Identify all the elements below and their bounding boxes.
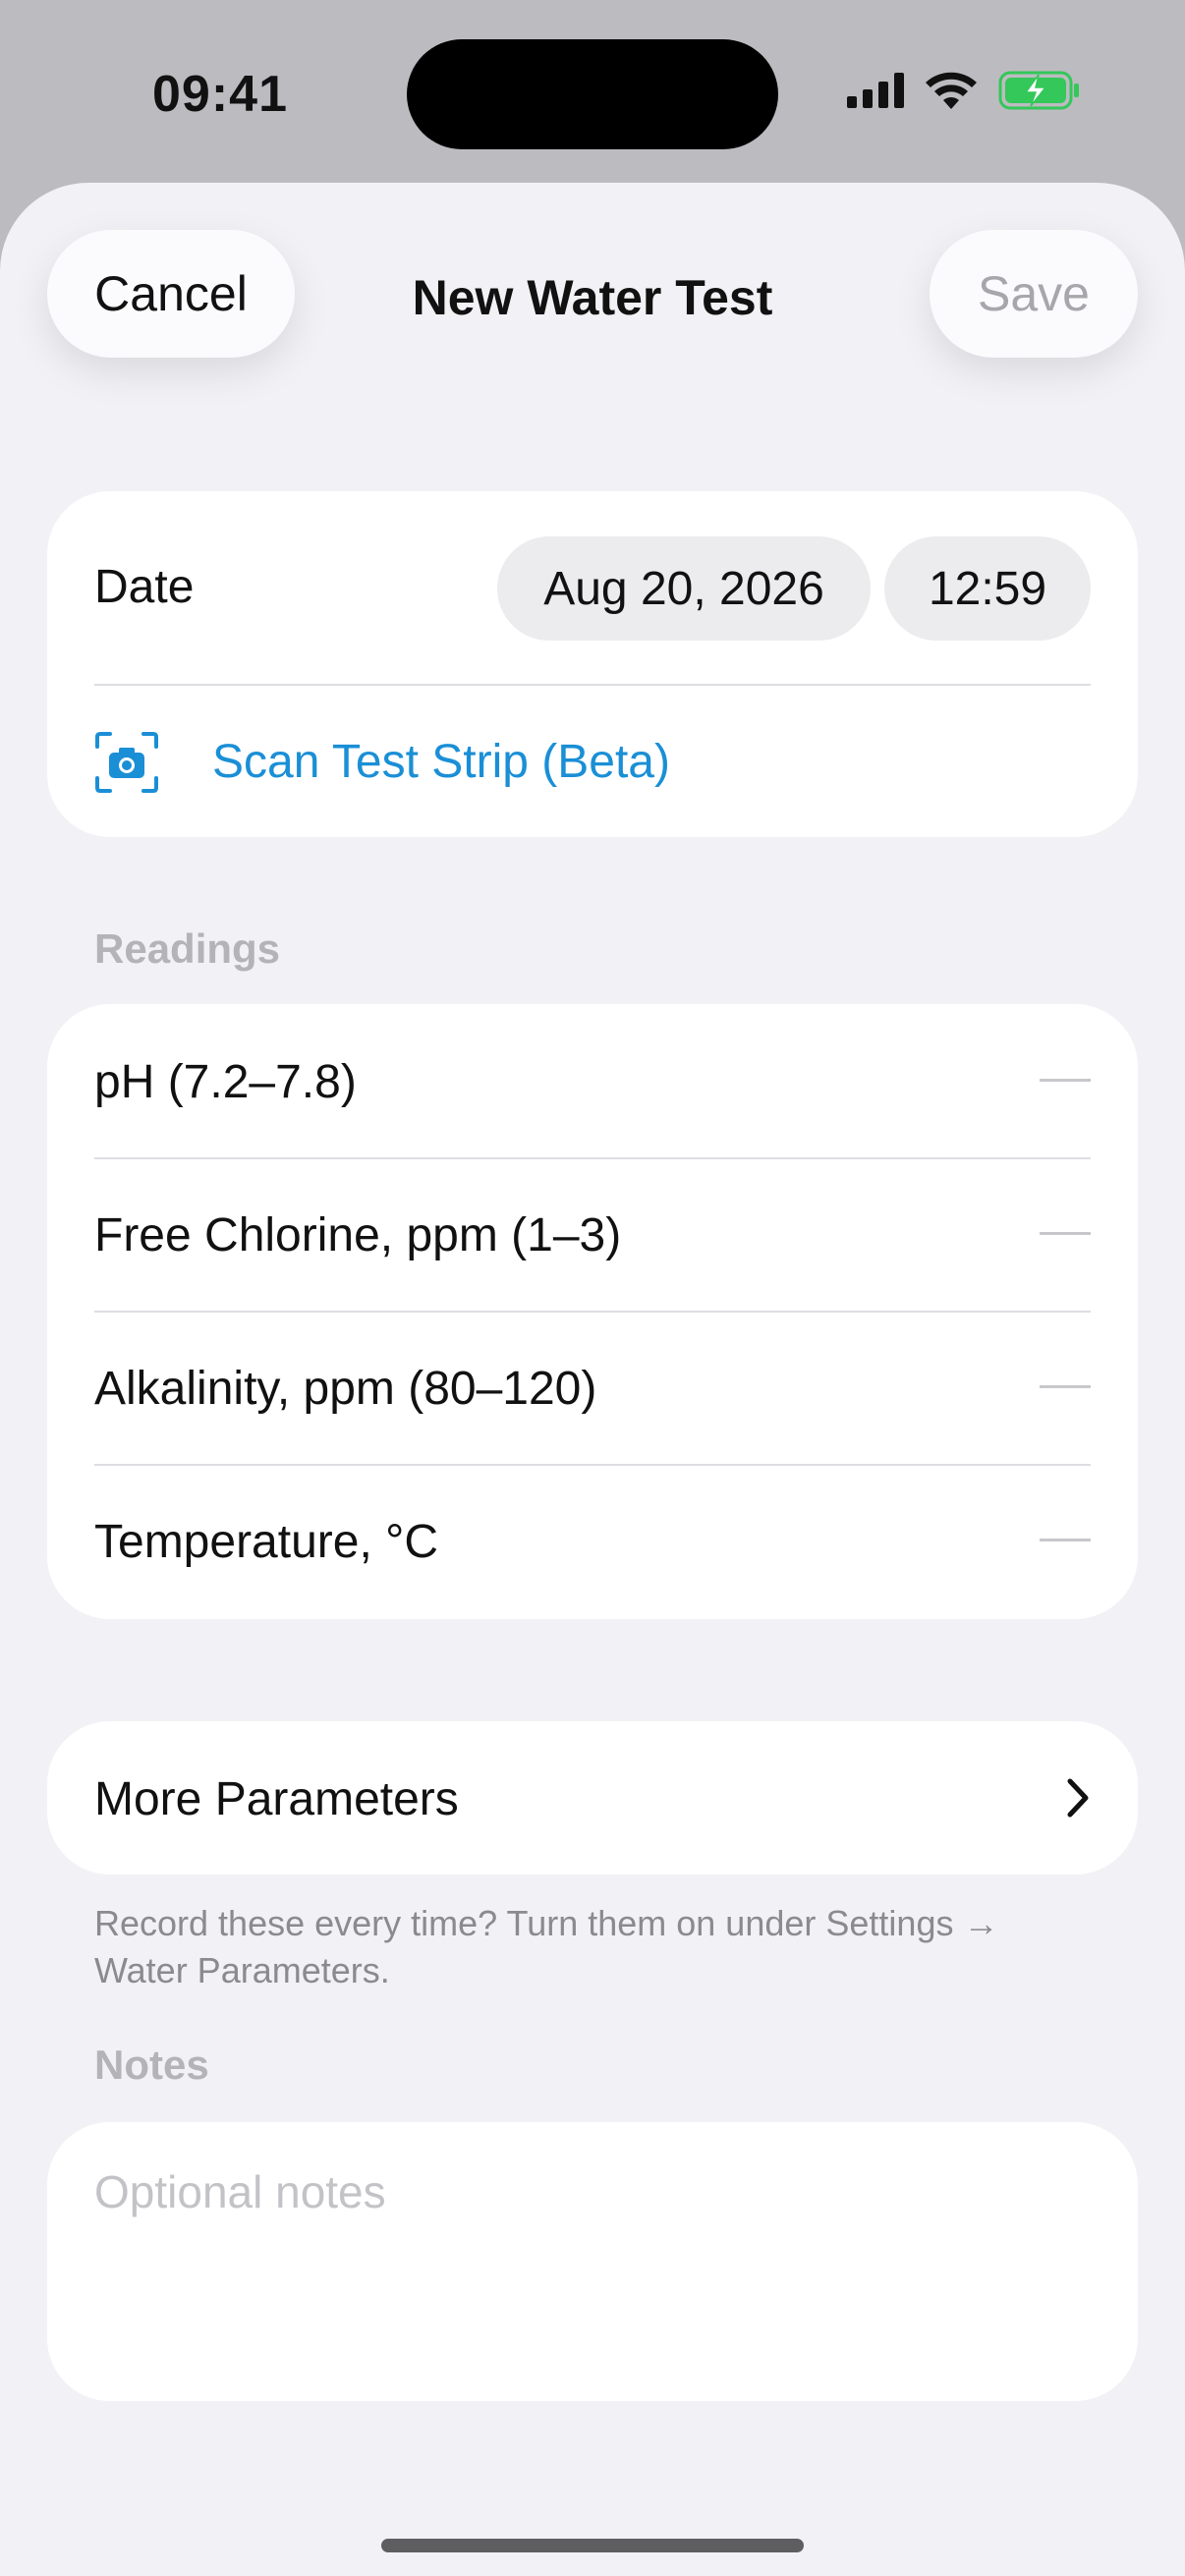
reading-row-alkalinity[interactable]: Alkalinity, ppm (80–120) [47, 1313, 1138, 1464]
camera-icon [95, 732, 158, 793]
more-parameters-label: More Parameters [94, 1773, 459, 1825]
more-parameters-row[interactable]: More Parameters [47, 1721, 1138, 1875]
scan-test-strip-label: Scan Test Strip (Beta) [212, 736, 670, 788]
wifi-icon [926, 72, 977, 109]
save-button[interactable]: Save [930, 230, 1138, 358]
empty-value-indicator [1040, 1232, 1091, 1235]
more-parameters-footnote: Record these every time? Turn them on un… [94, 1903, 999, 1990]
date-card: Date Aug 20, 2026 12:59 Scan Test Strip … [47, 491, 1138, 837]
readings-card: pH (7.2–7.8) Free Chlorine, ppm (1–3) Al… [47, 1004, 1138, 1619]
scan-test-strip-button[interactable]: Scan Test Strip (Beta) [47, 686, 1138, 837]
cellular-signal-icon [847, 73, 904, 108]
reading-label: Temperature, °C [94, 1516, 438, 1568]
reading-label: Alkalinity, ppm (80–120) [94, 1363, 597, 1415]
time-picker[interactable]: 12:59 [884, 536, 1091, 641]
reading-row-temperature[interactable]: Temperature, °C [47, 1466, 1138, 1619]
empty-value-indicator [1040, 1385, 1091, 1388]
reading-row-ph[interactable]: pH (7.2–7.8) [47, 1004, 1138, 1157]
reading-row-free-chlorine[interactable]: Free Chlorine, ppm (1–3) [47, 1159, 1138, 1311]
date-label: Date [94, 561, 195, 613]
notes-header: Notes [94, 2042, 209, 2088]
reading-label: Free Chlorine, ppm (1–3) [94, 1209, 622, 1261]
dynamic-island [407, 39, 778, 149]
status-time: 09:41 [152, 66, 288, 123]
date-picker[interactable]: Aug 20, 2026 [497, 536, 871, 641]
readings-header: Readings [94, 925, 281, 972]
modal-sheet: Cancel New Water Test Save Date Aug 20, … [0, 183, 1185, 2576]
status-icons [847, 71, 1081, 110]
notes-textarea[interactable] [47, 2122, 1138, 2401]
battery-charging-icon [998, 71, 1079, 110]
empty-value-indicator [1040, 1079, 1091, 1082]
screen: 09:41 Cancel New Water Test Save Date Au… [0, 0, 1185, 2576]
empty-value-indicator [1040, 1539, 1091, 1541]
home-indicator[interactable] [381, 2539, 804, 2552]
reading-label: pH (7.2–7.8) [94, 1056, 357, 1108]
chevron-right-icon [1067, 1778, 1089, 1818]
